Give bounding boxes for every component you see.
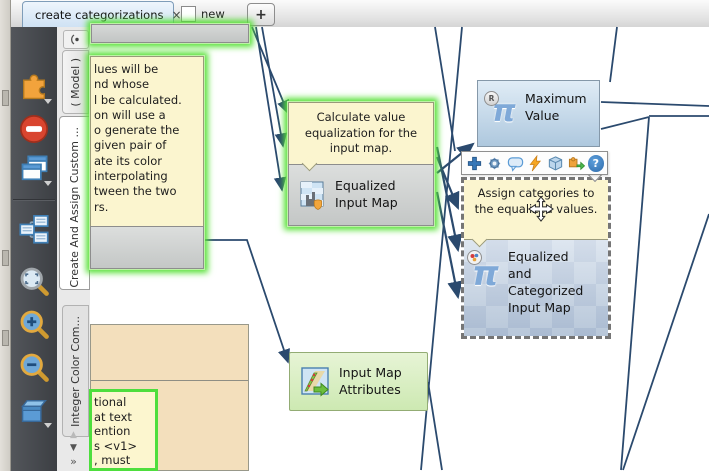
help-glyph: ? [593,157,599,170]
duplicate-view-icon[interactable] [18,153,50,185]
annotation-note-selected[interactable]: tional at text ention s <v1> , must [89,389,158,471]
equalized-map-icon [300,181,328,211]
node-label: Equalized Input Map [335,177,427,211]
dropdown-caret-icon [44,99,52,104]
collapsed-panel-strip[interactable] [0,0,11,471]
zoom-selection-icon[interactable] [18,265,50,297]
node-label: Input Map Attributes [339,364,423,398]
clipped-node-top[interactable] [91,24,249,43]
node-body[interactable] [90,226,204,269]
tab-model[interactable]: ( Model ) [62,50,89,114]
diagram-layout-icon[interactable] [18,213,50,245]
node-annotation: Calculate value equalization for the inp… [288,102,434,164]
tab-label: Integer Color Com... [69,316,82,427]
strip-handle[interactable] [2,90,9,106]
dropdown-caret-icon [44,181,52,186]
toolbar-divider [13,199,55,201]
move-cursor-icon [528,196,554,222]
dropdown-caret-icon [44,423,52,428]
export-package-icon[interactable] [18,395,50,427]
registry-badge: R [484,91,499,106]
maximum-value-node[interactable]: π R Maximum Value [477,80,600,147]
strip-handle[interactable] [2,330,9,346]
node-label: Equalized and Categorized Input Map [508,248,590,316]
add-plugin-icon[interactable] [567,154,585,173]
tab-scroll-down-button[interactable]: ▼ [57,443,90,453]
collapse-panel-button[interactable] [63,30,89,49]
tab-scroll-up-button[interactable]: ▲ [57,430,90,440]
tab-overflow-button[interactable]: » [57,457,90,467]
node-body[interactable]: Equalized Input Map [288,164,434,226]
input-map-attributes-node[interactable]: Input Map Attributes [289,352,428,411]
tab-label: Create And Assign Custom ... [68,127,81,288]
main-toolbar [11,27,58,471]
module-hover-toolbar: ? [461,151,608,175]
tab-integer-color-com[interactable]: Integer Color Com... [62,305,89,437]
map-attributes-icon [301,367,331,397]
module-badge [467,250,482,265]
tab-label: create categorizations [35,8,163,22]
settings-gear-icon[interactable] [485,154,503,173]
annotated-node-left[interactable]: lues will be nd whose l be calculated. o… [90,56,204,269]
tab-label: new [201,7,225,21]
tab-new[interactable]: new [181,3,241,25]
add-tab-button[interactable]: + [247,3,275,26]
equalized-input-map-node[interactable]: Calculate value equalization for the inp… [288,102,434,226]
components-icon[interactable] [18,71,50,103]
zoom-out-icon[interactable] [18,351,50,383]
blank-page-icon [181,6,196,22]
strip-handle[interactable] [2,250,9,266]
help-icon[interactable]: ? [588,155,604,172]
node-body[interactable]: π Equalized and Categorized Input Map [464,240,608,336]
tab-label: ( Model ) [69,58,82,107]
add-icon[interactable] [465,154,483,173]
zoom-in-icon[interactable] [18,308,50,340]
execute-lightning-icon[interactable] [526,154,544,173]
comment-icon[interactable] [506,154,524,173]
package-cube-icon[interactable] [547,154,565,173]
workflow-tab-strip: ( Model ) Create And Assign Custom ... I… [57,27,91,471]
node-label: Maximum Value [525,90,597,124]
node-annotation: lues will be nd whose l be calculated. o… [90,56,204,226]
container-divider [91,380,248,381]
tab-create-and-assign-custom[interactable]: Create And Assign Custom ... [59,116,90,290]
collapse-icon [69,34,83,45]
remove-icon[interactable] [18,113,50,145]
